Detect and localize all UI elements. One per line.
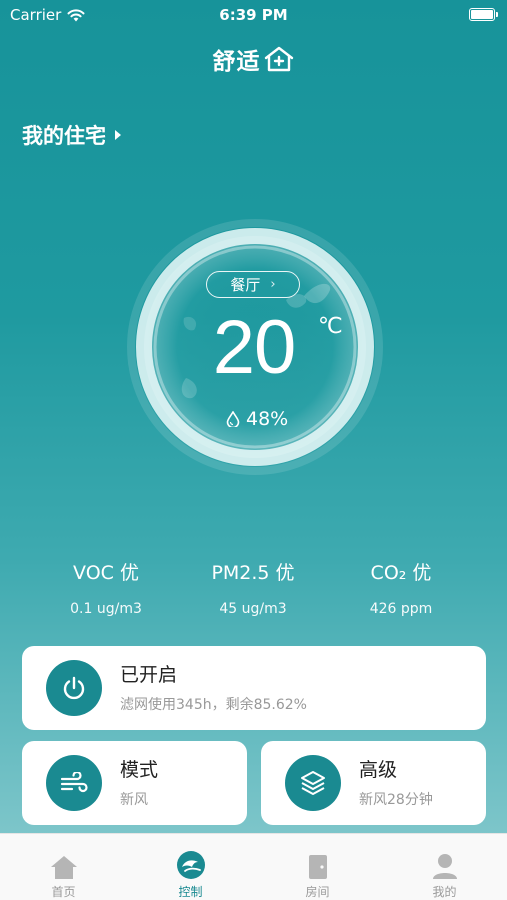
temperature-unit: ℃ [318,314,343,339]
status-bar: Carrier 6:39 PM [0,0,507,32]
metric-co2: CO₂ 优 426 ppm [326,558,476,617]
house-plus-icon [264,46,293,72]
room-selector[interactable]: 餐厅 › [206,271,300,298]
tab-control[interactable]: 控制 [127,834,254,900]
layers-icon [301,771,325,795]
app-logo: 舒适 [0,42,507,76]
home-selector[interactable]: 我的住宅 [22,120,122,150]
power-icon [63,676,85,700]
tab-label: 我的 [432,885,457,899]
advanced-icon-badge [285,755,341,811]
logo-text: 舒适 [212,49,261,75]
control-icon [176,851,205,879]
clock: 6:39 PM [219,6,288,24]
chevron-right-icon: › [270,277,276,292]
mode-icon-badge [46,755,102,811]
humidity-value: 48% [246,408,289,430]
metric-name: PM2.5 优 [211,562,295,584]
metric-name: CO₂ 优 [370,562,432,584]
tab-profile[interactable]: 我的 [381,834,507,900]
metric-value: 426 ppm [369,601,433,617]
humidity-readout: 48% [226,408,288,430]
tab-bar: 首页 控制 房间 我的 [0,833,507,900]
power-card[interactable]: 已开启 滤网使用345h，剩余85.62% [22,646,486,730]
door-icon [308,855,327,879]
metric-name: VOC 优 [73,562,139,584]
tab-home[interactable]: 首页 [0,834,127,900]
advanced-card[interactable]: 高级 新风28分钟 [261,741,486,825]
power-button[interactable] [46,660,102,716]
metric-value: 0.1 ug/m3 [70,601,142,617]
tab-rooms[interactable]: 房间 [254,834,381,900]
tab-label: 首页 [51,885,76,899]
temperature-value: 20 [212,305,297,390]
advanced-value: 新风28分钟 [359,792,433,808]
tab-label: 房间 [305,885,330,899]
metric-voc: VOC 优 0.1 ug/m3 [31,558,181,617]
power-status: 已开启 [120,664,178,686]
home-title: 我的住宅 [22,124,106,148]
wind-icon [60,772,88,793]
tab-label: 控制 [178,885,203,899]
metric-value: 45 ug/m3 [219,601,287,617]
room-name: 餐厅 [230,276,261,294]
mode-card[interactable]: 模式 新风 [22,741,247,825]
advanced-title: 高级 [359,759,398,781]
metric-pm25: PM2.5 优 45 ug/m3 [178,558,328,617]
battery-icon [469,8,498,21]
mode-value: 新风 [120,792,148,808]
filter-usage: 滤网使用345h，剩余85.62% [120,697,307,713]
droplet-icon [226,411,240,427]
caret-right-icon [115,130,121,140]
user-icon [432,854,457,879]
home-icon [50,856,77,879]
mode-title: 模式 [120,759,159,781]
